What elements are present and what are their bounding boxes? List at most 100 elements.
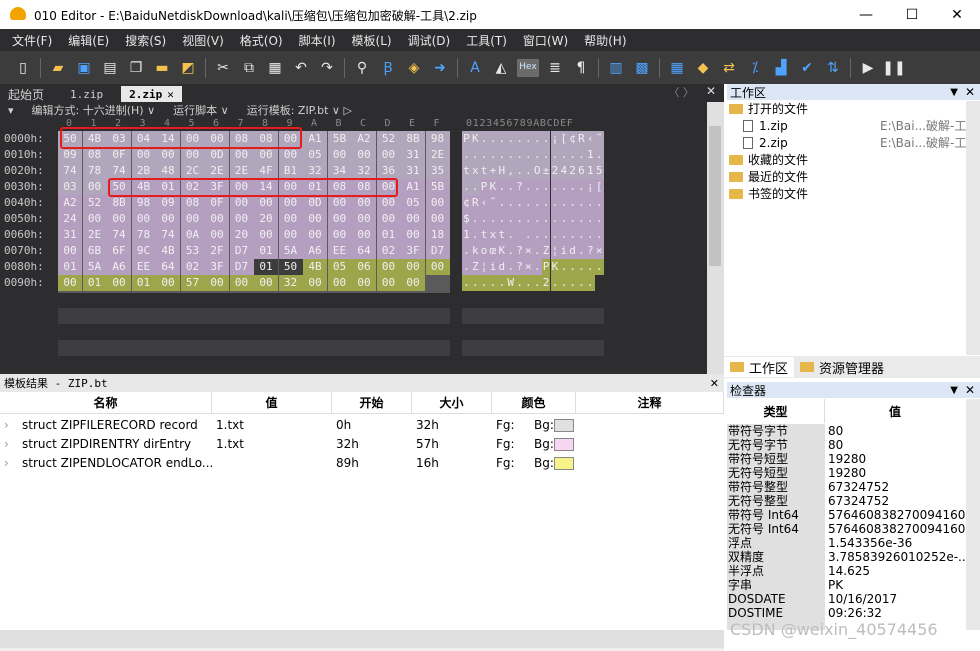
pilcrow-icon[interactable]: ¶ [568, 56, 594, 80]
menu-scripts[interactable]: 脚本(I) [291, 32, 344, 49]
ascii-char[interactable]: . [470, 227, 480, 243]
edit-mode-dropdown[interactable]: 编辑方式: 十六进制(H) ∨ [32, 102, 156, 118]
ascii-char[interactable]: ¢ [568, 131, 578, 147]
color-swatch[interactable] [554, 438, 574, 451]
ascii-char[interactable]: . [550, 195, 560, 211]
ascii-char[interactable]: K [550, 259, 560, 275]
ascii-char[interactable]: . [585, 211, 595, 227]
expand-arrow-icon[interactable]: › [0, 454, 10, 473]
ascii-char[interactable]: . [479, 131, 489, 147]
ascii-char[interactable]: O [532, 163, 542, 179]
ascii-char[interactable]: 1 [585, 147, 595, 163]
hex-byte[interactable]: 18 [425, 227, 450, 243]
ascii-char[interactable]: . [550, 275, 560, 291]
hex-byte[interactable]: 00 [229, 275, 254, 291]
table-row[interactable]: › struct ZIPENDLOCATOR endLo... 89h 16h … [0, 454, 724, 473]
hex-byte[interactable]: 00 [352, 195, 376, 211]
ascii-char[interactable]: . [515, 147, 524, 163]
ascii-char[interactable]: ? [515, 259, 524, 275]
hex-byte[interactable]: 3F [401, 243, 425, 259]
hex-byte[interactable]: 53 [180, 243, 205, 259]
ascii-char[interactable]: . [568, 259, 578, 275]
ascii-char[interactable]: 2 [550, 163, 560, 179]
ascii-char[interactable]: . [523, 179, 533, 195]
ascii-char[interactable]: . [585, 259, 595, 275]
tree-open-files[interactable]: 打开的文件 [729, 101, 980, 118]
ascii-char[interactable]: × [523, 243, 533, 259]
ascii-char[interactable]: i [488, 259, 498, 275]
hex-byte[interactable]: 36 [376, 163, 401, 179]
hex-byte[interactable]: 00 [107, 275, 131, 291]
ascii-row[interactable]: . k o œ K.? ×. Z ¦ i d.? × [462, 243, 604, 259]
ascii-char[interactable]: Z [541, 243, 551, 259]
ascii-char[interactable]: . [532, 259, 542, 275]
ascii-char[interactable]: P [462, 131, 471, 147]
table-row[interactable]: › struct ZIPFILERECORD record 1.txt 0h 3… [0, 416, 724, 435]
hex-byte[interactable]: 78 [131, 227, 156, 243]
find-icon[interactable]: ⚲ [349, 56, 375, 80]
results-close-icon[interactable]: ✕ [710, 377, 719, 390]
ascii-char[interactable]: . [523, 227, 533, 243]
inspector-row[interactable]: 半浮点 14.625 [727, 564, 967, 578]
ascii-char[interactable]: . [568, 227, 578, 243]
hex-byte[interactable]: 00 [58, 243, 82, 259]
pin-down-icon[interactable]: ▼ [950, 87, 958, 98]
ascii-char[interactable]: . [550, 227, 560, 243]
hex-byte[interactable]: 00 [278, 211, 303, 227]
ascii-char[interactable]: + [488, 163, 498, 179]
ascii-char[interactable]: . [541, 195, 551, 211]
ascii-char[interactable]: . [594, 195, 604, 211]
ascii-char[interactable]: . [568, 195, 578, 211]
hex-byte[interactable]: 0D [303, 195, 327, 211]
hex-byte[interactable]: 05 [303, 147, 327, 163]
hex-byte[interactable]: 0F [205, 195, 229, 211]
check-icon[interactable]: ✔ [794, 56, 820, 80]
ascii-char[interactable]: ¢ [462, 195, 471, 211]
ascii-char[interactable]: . [532, 227, 542, 243]
editor-scroll-thumb[interactable] [709, 126, 721, 266]
hex-byte[interactable]: 9C [131, 243, 156, 259]
ascii-char[interactable]: . [577, 243, 586, 259]
ascii-char[interactable]: . [541, 131, 551, 147]
ascii-char[interactable]: K [470, 131, 480, 147]
hex-byte[interactable]: 08 [82, 147, 107, 163]
hex-byte[interactable]: 74 [107, 163, 131, 179]
ascii-char[interactable]: R [577, 131, 586, 147]
ascii-char[interactable]: . [577, 275, 586, 291]
hex-byte[interactable]: D7 [425, 243, 450, 259]
ascii-char[interactable]: . [506, 195, 516, 211]
undo-icon[interactable]: ↶ [288, 56, 314, 80]
ascii-char[interactable]: . [532, 243, 542, 259]
copy-icon[interactable]: ⧉ [236, 56, 262, 80]
hex-byte[interactable]: 00 [180, 211, 205, 227]
hex-byte[interactable]: 00 [205, 211, 229, 227]
menu-file[interactable]: 文件(F) [4, 32, 60, 49]
ascii-char[interactable]: d [497, 259, 507, 275]
hex-byte[interactable]: 05 [327, 259, 352, 275]
hex-byte[interactable]: 0F [107, 147, 131, 163]
hex-byte[interactable]: 20 [229, 227, 254, 243]
expand-arrow-icon[interactable]: › [0, 435, 10, 454]
run-template-dropdown[interactable]: 运行模板: ZIP.bt ∨ ▷ [247, 102, 352, 118]
ascii-char[interactable]: . [523, 163, 533, 179]
hex-row[interactable]: 24 00 00 00 00 00 00 00 20 00 00 00 00 00 00 00 [58, 211, 450, 227]
ascii-char[interactable]: . [577, 259, 586, 275]
hex-byte[interactable]: 00 [254, 195, 278, 211]
hex-view-icon[interactable]: Hex [517, 58, 539, 77]
ascii-char[interactable]: . [577, 227, 586, 243]
inspector-row[interactable]: 带符号整型 67324752 [727, 480, 967, 494]
ascii-char[interactable]: . [559, 147, 569, 163]
hex-row[interactable]: 00 6B 6F 9C 4B 53 2F D7 01 5A A6 EE 64 02 3F D7 [58, 243, 450, 259]
hex-byte[interactable]: 00 [401, 227, 425, 243]
hex-row[interactable]: 01 5A A6 EE 64 02 3F D7 01 50 4B 05 06 00 00 00 [58, 259, 450, 275]
checksum-icon[interactable]: ⁒ [742, 56, 768, 80]
inspector-col-type[interactable]: 类型 [727, 399, 825, 423]
hex-byte[interactable]: A2 [352, 131, 376, 147]
ascii-char[interactable]: . [559, 211, 569, 227]
new-file-icon[interactable]: ▯ [10, 56, 36, 80]
hex-byte[interactable]: 00 [352, 147, 376, 163]
ascii-char[interactable]: . [559, 275, 569, 291]
ascii-char[interactable]: . [506, 227, 516, 243]
hex-byte[interactable]: 52 [376, 131, 401, 147]
ascii-char[interactable]: d [568, 243, 578, 259]
